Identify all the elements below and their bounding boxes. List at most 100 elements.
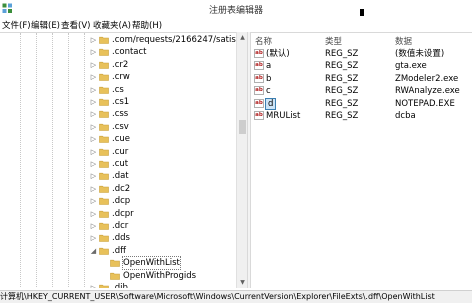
key-tree[interactable]: ▷ .com/requests/2166247/satisfaction/r ▷ .c…: [0, 32, 247, 288]
status-bar-path: 计算机\HKEY_CURRENT_USER\Software\Microsoft…: [0, 290, 472, 303]
value-row[interactable]: ab b REG_SZ ZModeler2.exe: [251, 73, 472, 85]
tree-key-label: .cur: [112, 146, 129, 157]
column-header-name[interactable]: 名称: [255, 35, 272, 47]
tree-scrollbar[interactable]: ▲ ▼: [236, 32, 247, 288]
expand-arrow-icon[interactable]: ▷: [90, 48, 97, 56]
tree-key[interactable]: ▷ .dat: [0, 170, 236, 182]
menu-favorites[interactable]: 收藏夹(A): [93, 19, 131, 31]
menu-help[interactable]: 帮助(H): [132, 19, 162, 31]
tree-key[interactable]: ▷ .cue: [0, 133, 236, 145]
folder-icon: [99, 148, 109, 156]
expand-arrow-icon[interactable]: ▷: [90, 73, 97, 81]
value-row[interactable]: ab a REG_SZ gta.exe: [251, 60, 472, 72]
folder-icon: [99, 136, 109, 143]
tree-key-label: OpenWithList: [122, 256, 181, 271]
expand-arrow-icon[interactable]: ▷: [90, 210, 97, 218]
string-value-icon: ab: [254, 61, 264, 71]
menu-edit[interactable]: 编辑(E): [31, 19, 60, 31]
menu-bar: 文件(F) 编辑(E) 查看(V) 收藏夹(A) 帮助(H): [0, 18, 472, 32]
tree-key[interactable]: ▷ .csv: [0, 121, 236, 133]
value-name-edit-field[interactable]: d: [265, 97, 277, 110]
tree-key-label: .dff: [112, 245, 126, 256]
expand-arrow-icon[interactable]: ▷: [90, 185, 97, 193]
tree-key-label: .cs1: [112, 97, 130, 107]
tree-key-label: .csv: [112, 121, 129, 132]
tree-key[interactable]: ▷ .dcr: [0, 220, 236, 232]
folder-icon: [99, 123, 109, 131]
folder-icon: [99, 185, 109, 193]
expand-arrow-icon[interactable]: ▷: [90, 86, 97, 94]
value-type: REG_SZ: [325, 61, 359, 72]
values-list[interactable]: 名称 类型 数据 ab (默认) REG_SZ (数值未设置) ab a REG_SZ gta…: [251, 32, 472, 288]
column-header-type[interactable]: 类型: [325, 35, 342, 47]
tree-key-label: .dcr: [112, 221, 129, 231]
title-bar: 注册表编辑器: [0, 0, 472, 18]
tree-key-label: .cs: [112, 84, 124, 95]
expand-arrow-icon[interactable]: ▷: [90, 135, 97, 143]
folder-icon: [110, 272, 120, 280]
folder-icon: [99, 173, 109, 181]
expand-arrow-icon[interactable]: ▷: [90, 36, 97, 44]
tree-key[interactable]: ▷ .cs1: [0, 96, 236, 108]
string-value-icon: ab: [254, 73, 264, 83]
menu-file[interactable]: 文件(F): [2, 19, 31, 31]
expand-arrow-icon[interactable]: ▷: [90, 123, 97, 131]
tree-key[interactable]: ▷ .dds: [0, 232, 236, 244]
column-header-data[interactable]: 数据: [395, 35, 412, 47]
expand-arrow-icon[interactable]: ▷: [90, 222, 97, 230]
tree-key[interactable]: ◢ .dff: [0, 245, 236, 257]
folder-icon: [99, 160, 109, 168]
tree-key-label: .cut: [112, 159, 129, 169]
expand-arrow-icon[interactable]: ▷: [90, 61, 97, 69]
value-row[interactable]: ab c REG_SZ RWAnalyze.exe: [251, 85, 472, 97]
tree-key[interactable]: ▷ .contact: [0, 46, 236, 58]
expand-arrow-icon[interactable]: ▷: [90, 160, 97, 168]
menu-view[interactable]: 查看(V): [61, 19, 90, 31]
tree-key[interactable]: ▷ .cs: [0, 84, 236, 96]
value-name: b: [266, 73, 272, 84]
tree-key-label: .dcp: [112, 196, 131, 207]
expand-arrow-icon[interactable]: ▷: [90, 197, 97, 205]
expand-arrow-icon[interactable]: ▷: [90, 110, 97, 118]
tree-key[interactable]: ▷ .com/requests/2166247/satisfaction/r: [0, 34, 247, 46]
tree-subkey[interactable]: OpenWithProgids: [0, 270, 236, 282]
expand-arrow-icon[interactable]: ▷: [90, 148, 97, 156]
tree-key[interactable]: ▷ .dcpr: [0, 208, 236, 220]
expand-arrow-icon[interactable]: ▷: [90, 284, 97, 288]
tree-key-label: .css: [112, 109, 129, 120]
tree-key-label: .dib: [112, 283, 128, 288]
folder-icon: [99, 210, 109, 218]
expand-arrow-icon[interactable]: ▷: [90, 172, 97, 180]
tree-key[interactable]: ▷ .cr2: [0, 59, 236, 71]
tree-key[interactable]: ▷ .cut: [0, 158, 236, 170]
tree-key[interactable]: ▷ .crw: [0, 71, 236, 83]
expand-arrow-icon[interactable]: ▷: [90, 234, 97, 242]
value-name: (默认): [266, 49, 290, 59]
folder-icon: [99, 247, 109, 255]
tree-key[interactable]: ▷ .dib: [0, 282, 236, 288]
folder-icon: [99, 98, 109, 106]
value-row[interactable]: ab d REG_SZ NOTEPAD.EXE: [251, 97, 472, 110]
value-type: REG_SZ: [325, 111, 359, 121]
value-row[interactable]: ab (默认) REG_SZ (数值未设置): [251, 48, 472, 60]
value-data: (数值未设置): [395, 49, 445, 59]
mouse-cursor: [360, 9, 364, 16]
folder-icon: [99, 36, 109, 44]
tree-key[interactable]: ▷ .css: [0, 108, 236, 120]
expand-arrow-icon[interactable]: ▷: [90, 98, 97, 106]
folder-icon: [99, 284, 109, 288]
folder-icon: [99, 74, 109, 81]
tree-key[interactable]: ▷ .dcp: [0, 195, 236, 207]
tree-key[interactable]: ▷ .dc2: [0, 183, 236, 195]
string-value-icon: ab: [254, 86, 264, 96]
tree-key-label: .contact: [112, 47, 147, 58]
string-value-icon: ab: [254, 98, 264, 108]
tree-subkey[interactable]: OpenWithList: [0, 256, 236, 271]
tree-key-label: .dds: [112, 233, 130, 244]
tree-key-label: .dc2: [112, 183, 131, 194]
value-row[interactable]: ab MRUList REG_SZ dcba: [251, 110, 472, 122]
value-type: REG_SZ: [325, 73, 359, 84]
scroll-thumb[interactable]: [239, 120, 246, 134]
collapse-arrow-icon[interactable]: ◢: [90, 247, 97, 255]
tree-key[interactable]: ▷ .cur: [0, 146, 236, 158]
